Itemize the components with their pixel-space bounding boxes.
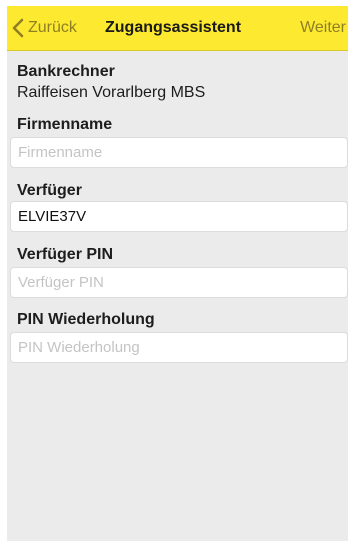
bankrechner-label: Bankrechner [17,63,115,80]
page-title: Zugangsassistent [105,19,242,36]
next-button[interactable]: Weiter [300,19,346,37]
verfueger-pin-input[interactable] [10,267,348,298]
firmenname-input[interactable] [10,137,348,168]
pin-wiederholung-label: PIN Wiederholung [17,311,155,328]
verfueger-input[interactable] [10,201,348,232]
back-button-label: Zurück [28,19,77,36]
chevron-left-icon [12,18,24,38]
bankrechner-value: Raiffeisen Vorarlberg MBS [17,84,206,101]
pin-wiederholung-input[interactable] [10,332,348,363]
back-button[interactable]: Zurück [11,16,77,40]
app-screen: Zurück Zugangsassistent Weiter Bankrechn… [7,6,348,541]
firmenname-label: Firmenname [17,116,113,133]
verfueger-pin-label: Verfüger PIN [17,246,114,263]
verfueger-label: Verfüger [17,182,82,199]
navigation-bar: Zurück Zugangsassistent Weiter [7,6,348,51]
